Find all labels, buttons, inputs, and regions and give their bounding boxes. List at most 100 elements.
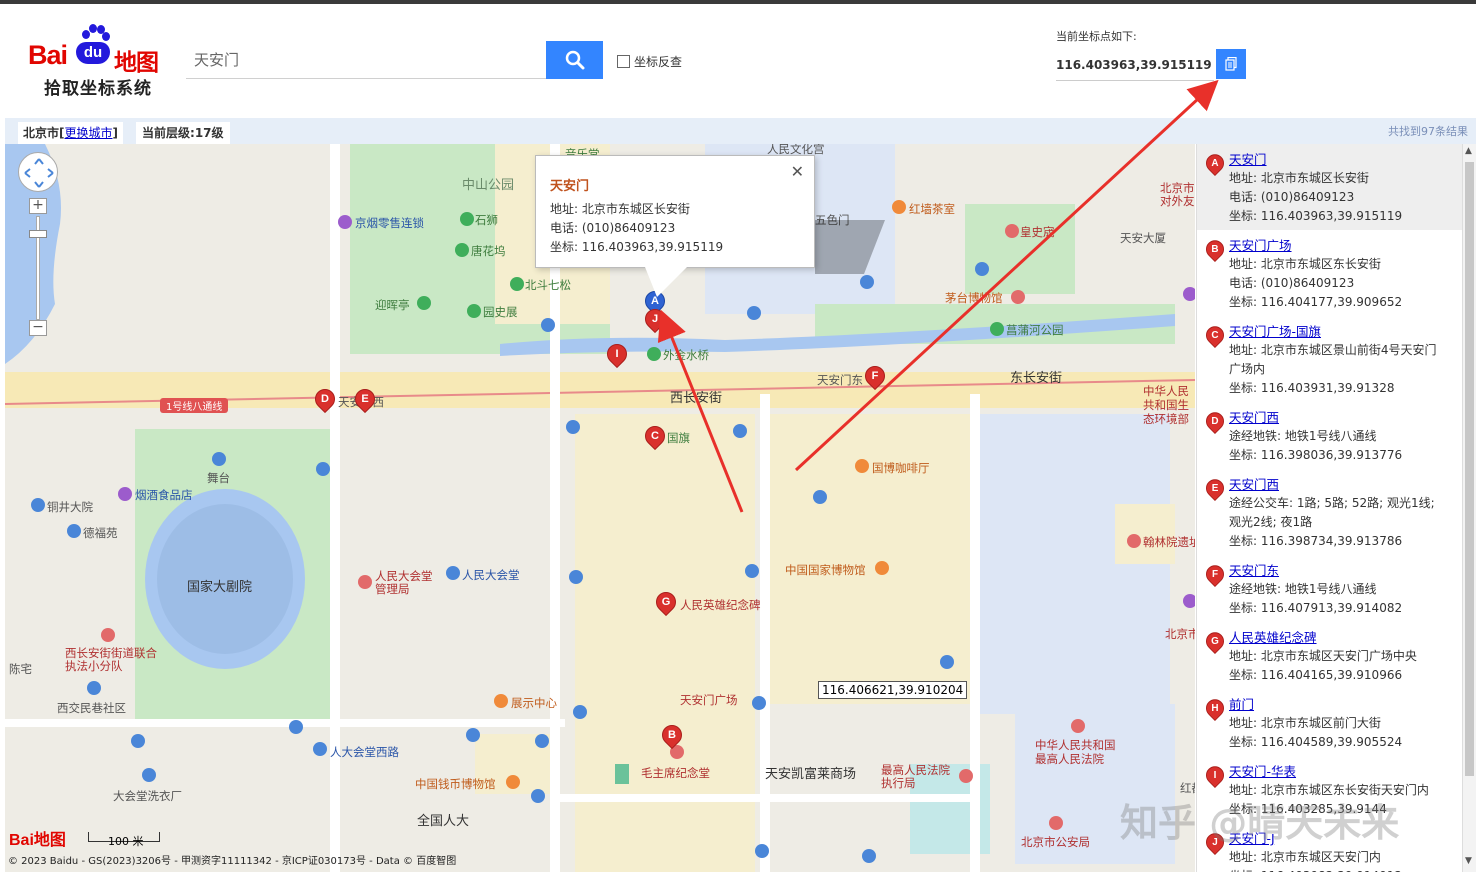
label-tiananda: 天安大厦 (1120, 231, 1166, 245)
label-guoqi: 国旗 (667, 431, 690, 445)
cafe-icon (892, 200, 906, 214)
info-phone: 电话: (010)86409123 (550, 221, 676, 235)
bus-stop-icon (745, 564, 759, 578)
map-pin-e[interactable]: E (350, 384, 380, 415)
pan-arrows-icon (24, 158, 54, 188)
park-icon (417, 296, 431, 310)
result-pin-icon: B (1202, 236, 1228, 263)
result-item[interactable]: D 天安门西 途经地铁: 地铁1号线八通线 坐标: 116.398036,39.913… (1197, 402, 1476, 469)
scroll-down-icon[interactable]: ▼ (1465, 856, 1472, 866)
bus-stop-icon (566, 420, 580, 434)
result-pin-icon: C (1202, 322, 1228, 349)
result-item[interactable]: F 天安门东 途经地铁: 地铁1号线八通线 坐标: 116.407913,39.914… (1197, 555, 1476, 622)
park-icon (990, 322, 1004, 336)
copy-button[interactable] (1216, 49, 1246, 79)
result-detail: 坐标: 116.403963,39.915119 (1229, 209, 1403, 223)
zoom-in-button[interactable]: + (29, 198, 47, 214)
result-item[interactable]: C 天安门广场-国旗 地址: 北京市东城区景山前街4号天安门广场内 坐标: 116.4… (1197, 316, 1476, 402)
label-qianbi: 中国钱币博物馆 (415, 777, 496, 791)
label-renmindahuitang: 人民大会堂 (462, 568, 520, 582)
result-detail: 途经地铁: 地铁1号线八通线 (1229, 429, 1377, 443)
map-pin-b[interactable]: B (657, 720, 687, 751)
bus-stop-icon (541, 318, 555, 332)
search-button[interactable] (546, 41, 603, 79)
baidu-map-logo[interactable]: Bai du 地图 拾取坐标系统 (28, 24, 168, 101)
results-list: A 天安门 地址: 北京市东城区长安街 电话: (010)86409123 坐标: 11… (1196, 144, 1476, 872)
label-taimiao: 茅台博物馆 (945, 291, 1003, 305)
coord-value-field[interactable]: 116.403963,39.915119 (1056, 51, 1214, 81)
change-city-link[interactable]: 更换城市 (65, 126, 113, 140)
landmark-icon (358, 575, 372, 589)
copy-icon (1225, 57, 1237, 71)
map-pin-f[interactable]: F (860, 361, 890, 392)
map-pin-d[interactable]: D (310, 384, 340, 415)
zoom-control: + − (29, 198, 47, 338)
cursor-coord-tooltip: 116.406621,39.910204 (818, 681, 968, 699)
paw-icon (80, 24, 110, 44)
scroll-up-icon[interactable]: ▲ (1465, 146, 1472, 156)
result-count: 共找到97条结果 (1388, 125, 1468, 138)
result-name-link[interactable]: 天安门 (1229, 150, 1476, 169)
cafe-icon (855, 459, 869, 473)
result-pin-icon: G (1202, 628, 1228, 655)
map-pin-j[interactable]: J (640, 304, 670, 335)
result-name-link[interactable]: 天安门广场 (1229, 236, 1476, 255)
label-chenzhai: 陈宅 (9, 662, 32, 676)
logo-du: du (76, 42, 110, 64)
result-item[interactable]: H 前门 地址: 北京市东城区前门大街 坐标: 116.404589,39.90552… (1197, 689, 1476, 756)
parking-icon (316, 462, 330, 476)
reverse-lookup-checkbox[interactable]: 坐标反查 (617, 53, 682, 70)
label-fayuan: 最高人民法院执行局 (881, 763, 950, 790)
scroll-thumb[interactable] (1465, 162, 1474, 776)
map-copyright: © 2023 Baidu - GS(2023)3206号 - 甲测资字11111… (8, 856, 457, 867)
result-name-link[interactable]: 天安门西 (1229, 408, 1476, 427)
result-item[interactable]: B 天安门广场 地址: 北京市东城区东长安街 电话: (010)86409123 坐标:… (1197, 230, 1476, 316)
result-name-link[interactable]: 天安门东 (1229, 561, 1476, 580)
zoom-slider-thumb[interactable] (29, 230, 47, 238)
result-pin-icon: E (1202, 475, 1228, 502)
result-detail: 地址: 北京市东城区前门大街 (1229, 716, 1381, 730)
header: Bai du 地图 拾取坐标系统 天安门 坐标反查 当前坐标点如下: 116.4… (0, 4, 1476, 118)
bus-stop-icon (747, 306, 761, 320)
pan-control[interactable] (18, 152, 58, 192)
search-input[interactable]: 天安门 (186, 41, 546, 79)
label-zuigao: 中华人民共和国最高人民法院 (1035, 738, 1116, 766)
checkbox-icon[interactable] (617, 55, 630, 68)
zoom-out-button[interactable]: − (29, 320, 47, 336)
results-scrollbar[interactable]: ▲ ▼ (1462, 144, 1476, 872)
reverse-lookup-label: 坐标反查 (634, 55, 683, 69)
map-pin-i[interactable]: I (602, 339, 632, 370)
parking-icon (289, 720, 303, 734)
label-hanlin: 翰林院遗址 (1143, 535, 1195, 549)
landmark-icon (101, 628, 115, 642)
police-icon (1049, 816, 1063, 830)
bus-stop-icon (573, 705, 587, 719)
map-canvas[interactable]: + − 中山公园 人民文化宫 音乐堂 京烟零售连锁 石狮 唐花坞 北斗七松 迎晖… (5, 144, 1195, 872)
map-pin-c[interactable]: C (640, 421, 670, 452)
close-icon[interactable]: ✕ (791, 162, 804, 181)
result-item[interactable]: E 天安门西 途经公交车: 1路; 5路; 52路; 观光1线; 观光2线; 夜1路… (1197, 469, 1476, 555)
result-detail: 电话: (010)86409123 (1229, 190, 1355, 204)
result-detail: 坐标: 116.407913,39.914082 (1229, 601, 1403, 615)
info-window: ✕ 天安门 地址: 北京市东城区长安街 电话: (010)86409123 坐标… (535, 155, 815, 268)
label-yuanshizhan: 园史展 (483, 305, 518, 319)
result-detail: 坐标: 116.403982,39.914912 (1229, 867, 1445, 872)
result-pin-icon: A (1202, 150, 1228, 177)
result-name-link[interactable]: 天安门广场-国旗 (1229, 322, 1476, 341)
map-pin-g[interactable]: G (651, 587, 681, 618)
result-name-link[interactable]: 天安门-华表 (1229, 762, 1476, 781)
label-tongjing: 铜井大院 (47, 500, 93, 514)
info-coord: 坐标: 116.403963,39.915119 (550, 240, 724, 254)
park-icon (647, 347, 661, 361)
result-item[interactable]: G 人民英雄纪念碑 地址: 北京市东城区天安门广场中央 坐标: 116.404165,… (1197, 622, 1476, 689)
result-item[interactable]: A 天安门 地址: 北京市东城区长安街 电话: (010)86409123 坐标: 11… (1197, 144, 1476, 230)
map-logo: Bai地图 (9, 832, 66, 849)
result-detail: 地址: 北京市东城区天安门广场中央 (1229, 649, 1417, 663)
label-tanghuawu: 唐花坞 (471, 244, 506, 258)
result-name-link[interactable]: 人民英雄纪念碑 (1229, 628, 1476, 647)
label-huangshicheng: 皇史宬 (1020, 225, 1055, 239)
result-name-link[interactable]: 前门 (1229, 695, 1476, 714)
result-detail: 坐标: 116.398036,39.913776 (1229, 448, 1403, 462)
result-name-link[interactable]: 天安门西 (1229, 475, 1476, 494)
label-guojiadajuyuan: 国家大剧院 (187, 580, 253, 595)
